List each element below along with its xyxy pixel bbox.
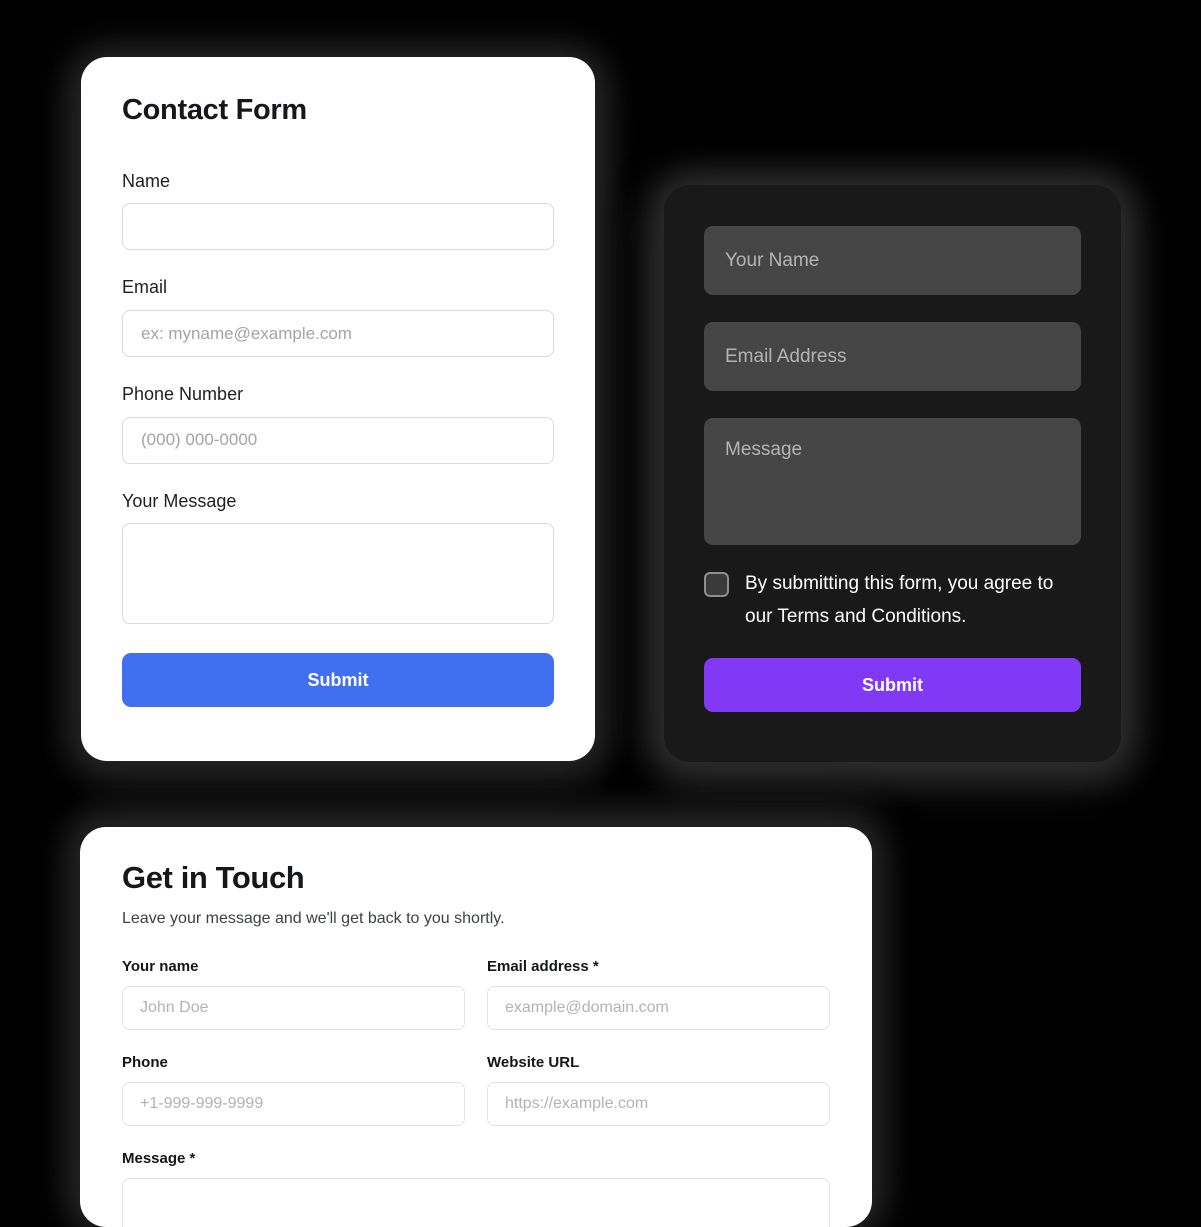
email-address-input[interactable] <box>487 985 830 1030</box>
email-input[interactable] <box>122 310 554 358</box>
website-url-input[interactable] <box>487 1081 830 1126</box>
message-textarea[interactable] <box>122 1177 830 1227</box>
terms-agreement-text: By submitting this form, you agree to ou… <box>745 573 1054 627</box>
website-url-field-group: Website URL <box>487 1054 830 1150</box>
name-input[interactable] <box>122 203 554 251</box>
name-label: Name <box>122 170 171 191</box>
email-label: Email <box>122 277 168 298</box>
your-name-field-group: Your name <box>122 958 465 1054</box>
terms-checkbox[interactable] <box>704 572 729 597</box>
dark-your-name-input[interactable] <box>704 226 1081 295</box>
dark-form-submit-button[interactable]: Submit <box>704 658 1081 713</box>
terms-agreement-row: By submitting this form, you agree to ou… <box>704 568 1081 633</box>
your-message-textarea[interactable] <box>122 523 554 625</box>
phone-number-label: Phone Number <box>122 384 244 405</box>
message-label: Message * <box>122 1149 196 1167</box>
get-in-touch-card: Get in Touch Leave your message and we'l… <box>80 827 872 1227</box>
website-url-label: Website URL <box>487 1053 580 1071</box>
get-in-touch-subtitle: Leave your message and we'll get back to… <box>122 910 505 928</box>
contact-form-submit-button[interactable]: Submit <box>122 653 554 708</box>
dark-email-address-input[interactable] <box>704 322 1081 391</box>
message-field-group: Message * <box>122 1150 830 1227</box>
your-name-label: Your name <box>122 957 199 975</box>
dark-contact-form-card: By submitting this form, you agree to ou… <box>664 185 1121 762</box>
phone-label: Phone <box>122 1053 168 1071</box>
contact-form-title: Contact Form <box>122 94 307 126</box>
your-name-input[interactable] <box>122 985 465 1030</box>
phone-input[interactable] <box>122 1081 465 1126</box>
contact-form-card: Contact Form Name Email Phone Number You… <box>81 57 595 761</box>
email-address-label: Email address * <box>487 957 599 975</box>
dark-message-textarea[interactable] <box>704 418 1081 545</box>
get-in-touch-title: Get in Touch <box>122 860 305 895</box>
your-message-label: Your Message <box>122 490 237 511</box>
get-in-touch-field-grid: Your name Email address * Phone Website … <box>122 958 830 1150</box>
phone-field-group: Phone <box>122 1054 465 1150</box>
email-address-field-group: Email address * <box>487 958 830 1054</box>
phone-number-input[interactable] <box>122 416 554 464</box>
